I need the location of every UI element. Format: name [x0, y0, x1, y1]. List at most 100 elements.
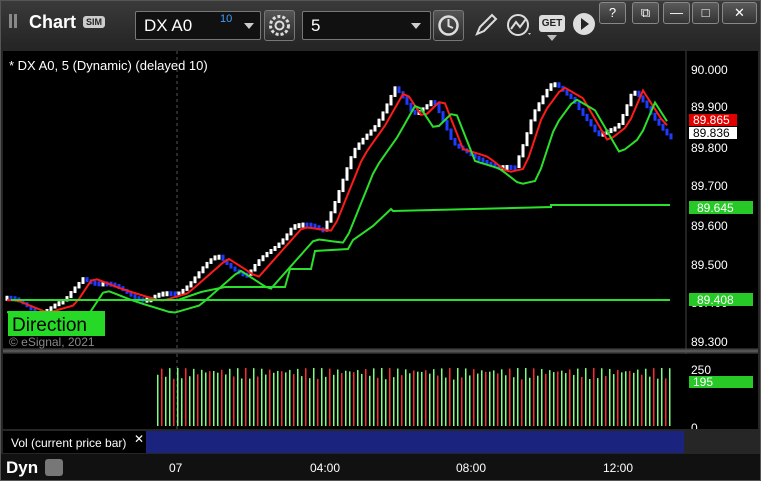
- volume-bar: [437, 375, 439, 426]
- volume-bar: [265, 374, 267, 426]
- pencil-icon[interactable]: [472, 11, 500, 39]
- price-bar: [597, 130, 601, 137]
- interval-select[interactable]: 5: [302, 11, 431, 40]
- volume-bar: [245, 368, 247, 426]
- price-pane[interactable]: [3, 51, 686, 348]
- volume-bar: [461, 377, 463, 426]
- price-bar: [253, 263, 257, 272]
- play-icon[interactable]: [570, 10, 598, 38]
- price-bar: [593, 124, 597, 133]
- settings-icon[interactable]: [45, 459, 63, 476]
- drag-grip-icon[interactable]: [9, 14, 19, 28]
- volume-bar: [653, 368, 655, 426]
- price-bar: [269, 249, 273, 255]
- price-bar: [613, 126, 617, 132]
- price-bar: [429, 100, 433, 107]
- price-bar: [457, 143, 461, 149]
- price-bar: [549, 83, 553, 91]
- price-bar: [221, 254, 225, 261]
- volume-bar: [441, 368, 443, 426]
- symbol-dropdown-icon[interactable]: [244, 23, 254, 29]
- volume-bar: [237, 368, 239, 426]
- price-bar: [157, 292, 161, 298]
- get-button[interactable]: GET: [539, 15, 565, 32]
- window-title: Chart: [29, 12, 77, 32]
- price-bar: [49, 306, 53, 312]
- direction-label: Direction: [12, 315, 87, 336]
- volume-bar: [629, 370, 631, 426]
- volume-bar: [473, 369, 475, 426]
- volume-bar: [533, 368, 535, 426]
- red-price-marker-text: 89.865: [693, 113, 730, 127]
- price-bar: [169, 291, 173, 297]
- minimize-button[interactable]: —: [663, 2, 690, 24]
- price-bar: [277, 242, 281, 249]
- price-bar: [361, 137, 365, 145]
- price-bar: [581, 108, 585, 116]
- price-bar: [53, 303, 57, 309]
- price-bar: [293, 224, 297, 230]
- volume-bar: [225, 374, 227, 426]
- volume-bar: [561, 370, 563, 426]
- price-bar: [365, 133, 369, 140]
- price-bar: [445, 119, 449, 131]
- volume-bar: [353, 372, 355, 426]
- volume-bar: [337, 369, 339, 426]
- volume-bar: [433, 369, 435, 426]
- volume-bar: [597, 378, 599, 426]
- restore-button[interactable]: ⧉: [632, 2, 659, 24]
- get-dropdown-icon[interactable]: [547, 35, 557, 41]
- price-bar: [533, 109, 537, 122]
- volume-bar: [517, 368, 519, 426]
- help-button[interactable]: ?: [599, 2, 626, 24]
- volume-bar: [557, 371, 559, 426]
- price-bar: [569, 93, 573, 99]
- volume-bar: [505, 375, 507, 426]
- volume-bar: [185, 368, 187, 426]
- volume-bar: [201, 369, 203, 426]
- volume-bar: [453, 379, 455, 426]
- price-bar: [617, 122, 621, 129]
- volume-bar: [445, 377, 447, 426]
- price-bar: [453, 137, 457, 146]
- volume-bar: [333, 374, 335, 426]
- volume-bar: [593, 368, 595, 426]
- settings-button[interactable]: [264, 10, 295, 41]
- volume-bar: [509, 368, 511, 426]
- volume-bar: [537, 375, 539, 426]
- price-axis-label: 89.800: [691, 141, 728, 155]
- chart-canvas[interactable]: * DX A0, 5 (Dynamic) (delayed 10) Direct…: [3, 51, 758, 429]
- volume-bar: [165, 376, 167, 426]
- interval-text: 5: [311, 16, 321, 35]
- volume-bar: [665, 378, 667, 426]
- volume-bar: [213, 370, 215, 426]
- study-icon[interactable]: [504, 11, 534, 39]
- volume-bar: [661, 368, 663, 426]
- time-button[interactable]: [433, 10, 464, 41]
- interval-dropdown-icon[interactable]: [411, 23, 421, 29]
- volume-bar: [449, 368, 451, 426]
- volume-bar: [429, 373, 431, 426]
- volume-bar: [197, 374, 199, 426]
- price-bar: [373, 125, 377, 132]
- price-bar: [229, 262, 233, 269]
- price-bar: [657, 118, 661, 126]
- title-bar[interactable]: Chart SIM DX A0 10 5 GET ? ⧉ — □ ✕: [1, 1, 760, 45]
- price-bar: [413, 109, 417, 115]
- volume-bar: [277, 370, 279, 426]
- price-bar: [545, 88, 549, 98]
- symbol-input[interactable]: DX A0 10: [135, 11, 261, 40]
- delay-badge: 10: [220, 13, 233, 25]
- close-button[interactable]: ✕: [722, 2, 757, 24]
- volume-bar: [313, 368, 315, 426]
- price-axis-label: 89.500: [691, 258, 728, 272]
- price-bar: [425, 104, 429, 110]
- volume-close-button[interactable]: ✕: [134, 432, 144, 446]
- volume-bar: [605, 376, 607, 426]
- volume-bar: [649, 376, 651, 426]
- price-bar: [577, 101, 581, 111]
- maximize-button[interactable]: □: [692, 2, 719, 24]
- price-bar: [265, 251, 269, 258]
- volume-bar: [253, 368, 255, 426]
- price-bar: [645, 100, 649, 109]
